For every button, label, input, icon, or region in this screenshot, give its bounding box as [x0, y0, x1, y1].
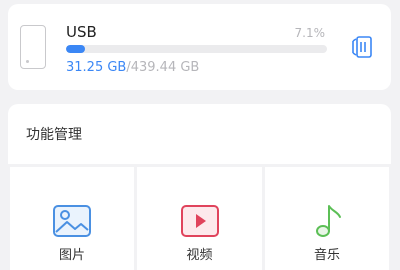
- usage-progress-bar: [66, 45, 327, 53]
- function-item-video[interactable]: 视频: [137, 167, 262, 270]
- device-name: USB: [66, 23, 97, 41]
- function-item-pictures[interactable]: 图片: [10, 167, 134, 270]
- total-space: 439.44 GB: [130, 60, 200, 75]
- storage-usage-text: 31.25 GB/439.44 GB: [66, 60, 199, 75]
- function-item-label: 视频: [186, 248, 213, 263]
- storage-card[interactable]: USB 7.1% 31.25 GB/439.44 GB: [8, 4, 391, 90]
- function-item-label: 图片: [58, 248, 85, 263]
- used-space: 31.25 GB: [66, 60, 127, 75]
- section-title: 功能管理: [26, 127, 82, 143]
- picture-icon: [53, 205, 91, 237]
- usage-percent: 7.1%: [294, 26, 326, 40]
- eject-icon[interactable]: [350, 34, 376, 60]
- usb-drive-icon: [20, 25, 46, 69]
- function-item-music[interactable]: 音乐: [265, 167, 389, 270]
- function-management-section: 功能管理: [8, 104, 391, 164]
- usage-progress-fill: [66, 45, 85, 53]
- video-icon: [180, 205, 219, 237]
- function-item-label: 音乐: [313, 248, 340, 263]
- music-icon: [316, 205, 341, 237]
